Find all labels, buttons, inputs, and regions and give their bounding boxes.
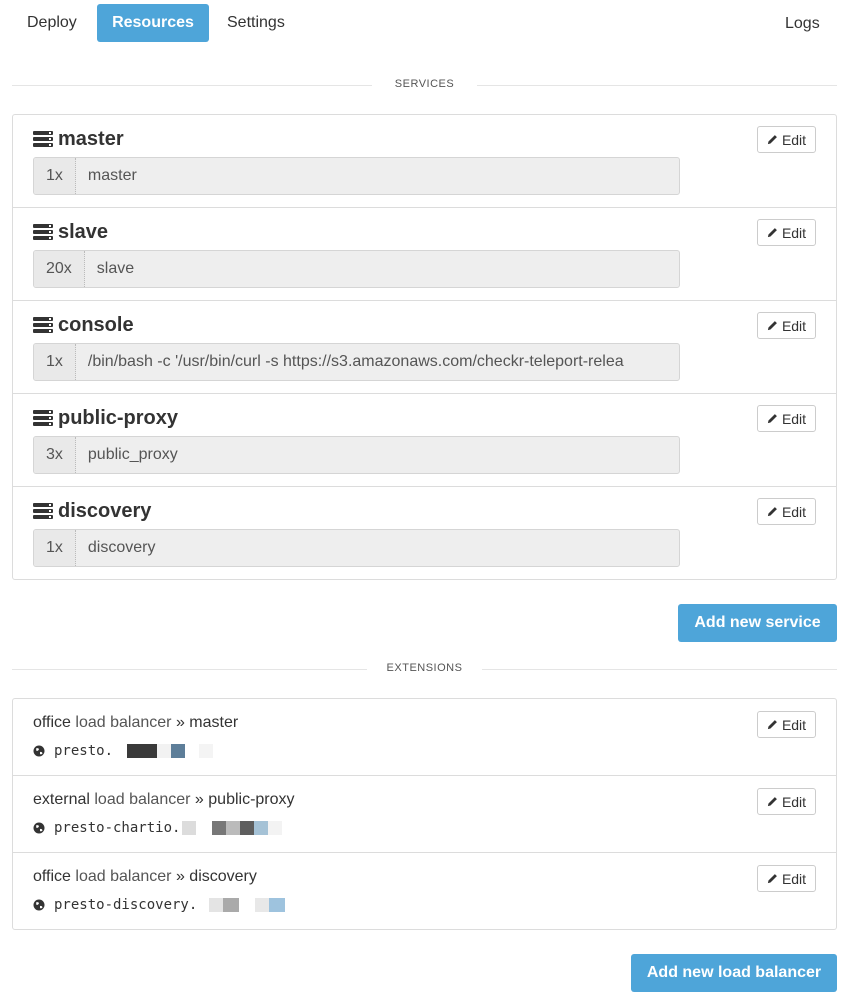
server-icon xyxy=(33,131,53,147)
service-name: slave xyxy=(58,220,109,243)
service-command: 3x public_proxy xyxy=(33,436,680,474)
edit-extension-button[interactable]: Edit xyxy=(757,711,816,738)
service-name: discovery xyxy=(58,499,152,522)
service-command: 1x /bin/bash -c '/usr/bin/curl -s https:… xyxy=(33,343,680,381)
instance-count: 3x xyxy=(34,437,76,473)
server-icon xyxy=(33,224,53,240)
extension-separator: » xyxy=(175,868,185,885)
extensions-panel: office load balancer » master Edit prest… xyxy=(12,698,837,930)
edit-service-button[interactable]: Edit xyxy=(757,405,816,432)
extension-host: presto-discovery. xyxy=(33,897,286,913)
edit-service-button[interactable]: Edit xyxy=(757,219,816,246)
extensions-section-divider: EXTENSIONS xyxy=(12,659,837,679)
instance-count: 1x xyxy=(34,530,76,566)
edit-service-button[interactable]: Edit xyxy=(757,126,816,153)
services-section-divider: SERVICES xyxy=(12,75,837,95)
extension-title: office load balancer » discovery xyxy=(33,868,257,886)
service-name: public-proxy xyxy=(58,406,179,429)
services-panel: master Edit 1x master slave Edit 20x sla… xyxy=(12,114,837,580)
service-row-discovery: discovery Edit 1x discovery xyxy=(13,487,836,580)
pencil-icon xyxy=(767,320,778,331)
redacted-host xyxy=(182,821,283,835)
pencil-icon xyxy=(767,796,778,807)
extension-scope: office xyxy=(33,868,71,885)
service-row-master: master Edit 1x master xyxy=(13,115,836,208)
command-text: slave xyxy=(96,260,135,277)
logs-link[interactable]: Logs xyxy=(770,5,835,43)
globe-icon xyxy=(33,745,45,757)
pencil-icon xyxy=(767,134,778,145)
service-row-console: console Edit 1x /bin/bash -c '/usr/bin/c… xyxy=(13,301,836,394)
extension-separator: » xyxy=(194,791,204,808)
service-command: 1x discovery xyxy=(33,529,680,567)
edit-extension-button[interactable]: Edit xyxy=(757,865,816,892)
service-name: master xyxy=(58,127,124,150)
extension-host: presto-chartio. xyxy=(33,820,283,836)
service-row-slave: slave Edit 20x slave xyxy=(13,208,836,301)
extension-title: office load balancer » master xyxy=(33,714,238,732)
edit-service-button[interactable]: Edit xyxy=(757,312,816,339)
host-text: presto. xyxy=(54,743,114,759)
instance-count: 20x xyxy=(34,251,85,287)
server-icon xyxy=(33,503,53,519)
edit-service-button[interactable]: Edit xyxy=(757,498,816,525)
tab-settings[interactable]: Settings xyxy=(212,4,300,42)
server-icon xyxy=(33,410,53,426)
edit-label: Edit xyxy=(781,224,807,241)
tab-deploy[interactable]: Deploy xyxy=(12,4,92,42)
extension-type: load balancer xyxy=(75,868,172,885)
extension-scope: external xyxy=(33,791,90,808)
pencil-icon xyxy=(767,873,778,884)
command-text: discovery xyxy=(87,539,156,556)
top-navigation: Deploy Resources Settings Logs xyxy=(0,0,859,48)
command-text: public_proxy xyxy=(87,446,178,463)
redacted-host xyxy=(209,898,286,912)
server-icon xyxy=(33,317,53,333)
redacted-host xyxy=(127,744,214,758)
edit-label: Edit xyxy=(781,503,807,520)
service-command: 20x slave xyxy=(33,250,680,288)
edit-label: Edit xyxy=(781,317,807,334)
edit-label: Edit xyxy=(781,716,807,733)
extension-target: master xyxy=(189,714,239,731)
extension-separator: » xyxy=(175,714,185,731)
edit-label: Edit xyxy=(781,793,807,810)
service-row-public-proxy: public-proxy Edit 3x public_proxy xyxy=(13,394,836,487)
extension-target: discovery xyxy=(189,868,257,885)
extension-row: external load balancer » public-proxy Ed… xyxy=(13,776,836,853)
extension-row: office load balancer » discovery Edit pr… xyxy=(13,853,836,930)
edit-label: Edit xyxy=(781,870,807,887)
add-new-service-button[interactable]: Add new service xyxy=(678,604,837,642)
edit-label: Edit xyxy=(781,410,807,427)
extension-host: presto. xyxy=(33,743,214,759)
pencil-icon xyxy=(767,719,778,730)
extension-scope: office xyxy=(33,714,71,731)
command-text: /bin/bash -c '/usr/bin/curl -s https://s… xyxy=(87,353,624,370)
pencil-icon xyxy=(767,227,778,238)
pencil-icon xyxy=(767,506,778,517)
service-name: console xyxy=(58,313,134,336)
edit-extension-button[interactable]: Edit xyxy=(757,788,816,815)
add-new-load-balancer-button[interactable]: Add new load balancer xyxy=(631,954,837,992)
instance-count: 1x xyxy=(34,158,76,194)
extension-title: external load balancer » public-proxy xyxy=(33,791,295,809)
host-text: presto-discovery. xyxy=(54,897,198,913)
globe-icon xyxy=(33,899,45,911)
extension-row: office load balancer » master Edit prest… xyxy=(13,699,836,776)
service-command: 1x master xyxy=(33,157,680,195)
pencil-icon xyxy=(767,413,778,424)
host-text: presto-chartio. xyxy=(54,820,181,836)
extensions-heading: EXTENSIONS xyxy=(368,662,481,674)
extension-type: load balancer xyxy=(75,714,172,731)
extension-target: public-proxy xyxy=(208,791,295,808)
services-heading: SERVICES xyxy=(376,78,473,90)
edit-label: Edit xyxy=(781,131,807,148)
globe-icon xyxy=(33,822,45,834)
extension-type: load balancer xyxy=(94,791,191,808)
tab-resources[interactable]: Resources xyxy=(97,4,209,42)
command-text: master xyxy=(87,167,137,184)
instance-count: 1x xyxy=(34,344,76,380)
